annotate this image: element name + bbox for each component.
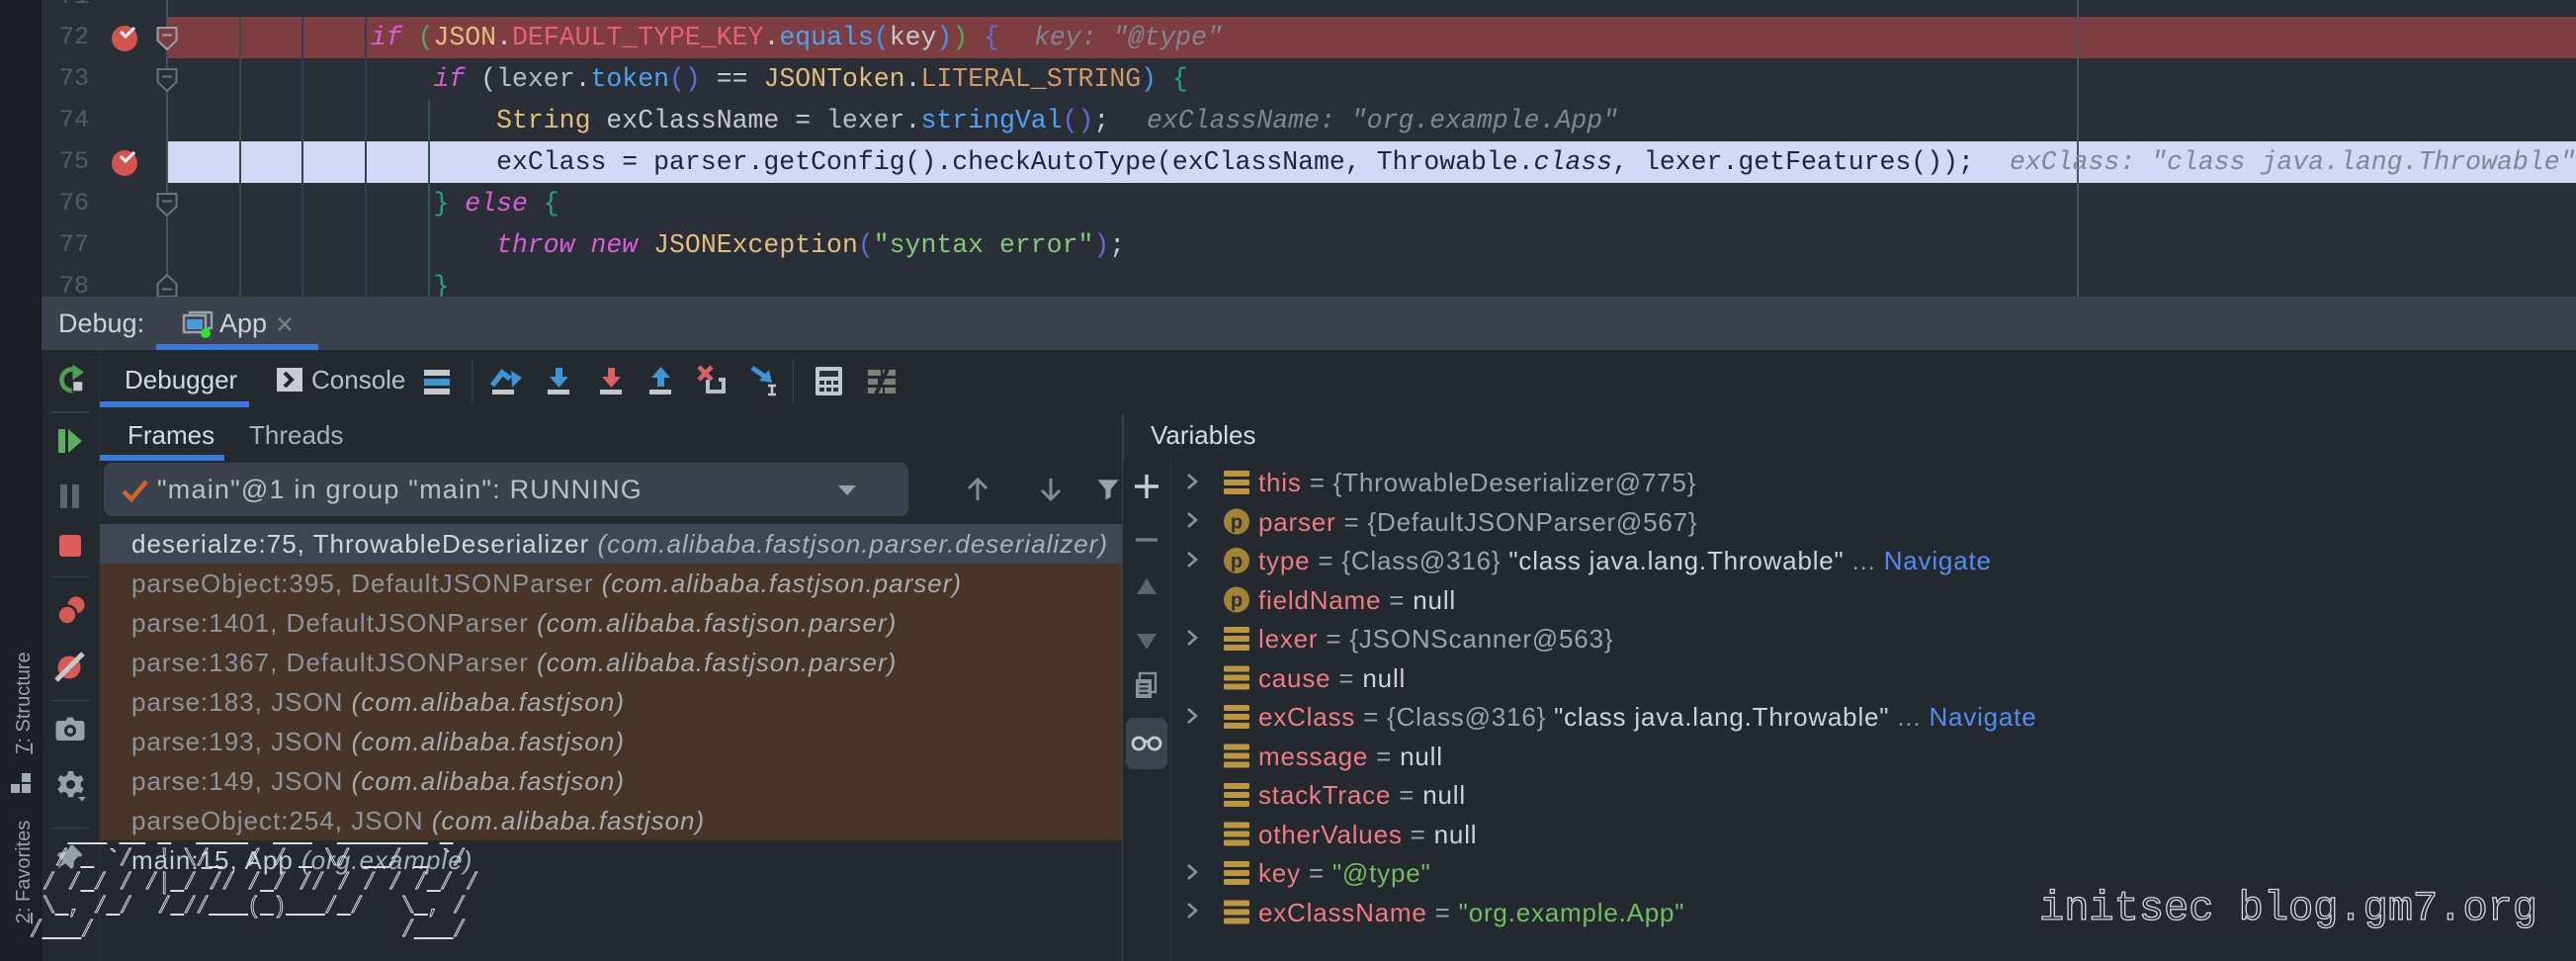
svg-text:p: p xyxy=(1231,512,1243,534)
svg-text:p: p xyxy=(1231,551,1243,572)
svg-text:p: p xyxy=(1231,590,1243,612)
